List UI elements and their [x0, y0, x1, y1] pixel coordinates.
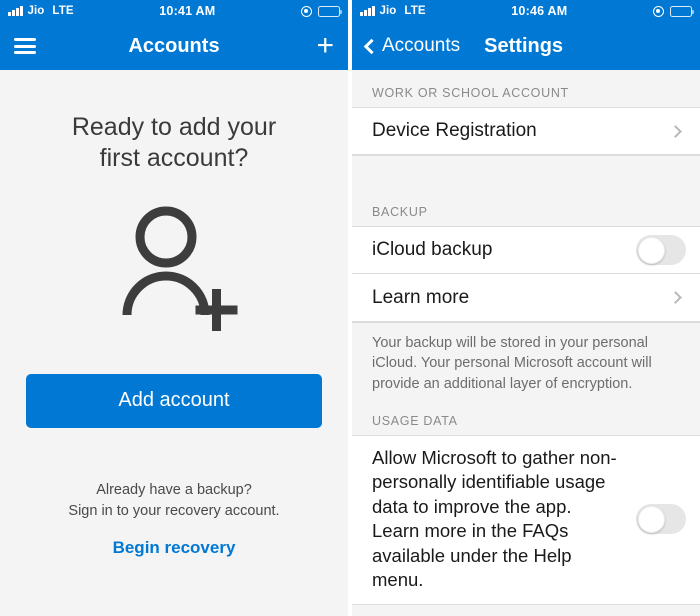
signal-strength-icon [8, 6, 23, 16]
clock-label: 10:41 AM [159, 4, 216, 18]
backup-footnote: Your backup will be stored in your perso… [352, 322, 700, 406]
clock-label: 10:46 AM [511, 4, 568, 18]
page-title: Accounts [128, 34, 220, 57]
backup-note-line-2: Sign in to your recovery account. [68, 502, 280, 519]
person-add-icon [108, 199, 240, 336]
plus-icon[interactable]: + [316, 31, 334, 61]
page-title: Settings [484, 34, 564, 57]
usage-data-toggle[interactable] [636, 504, 686, 535]
battery-icon [318, 5, 342, 17]
carrier-label: Jio [27, 5, 45, 17]
settings-row-device-registration[interactable]: Device Registration [352, 107, 700, 155]
settings-row-usage-data[interactable]: Allow Microsoft to gather non-personally… [352, 434, 700, 605]
dual-screen-container: Jio LTE 10:41 AM Accounts + Ready to add… [0, 0, 700, 616]
location-arrow-icon [653, 5, 664, 17]
section-spacer [352, 155, 700, 189]
status-bar-right-group [301, 5, 342, 17]
network-type-label: LTE [52, 5, 74, 17]
back-button-label: Accounts [382, 35, 461, 56]
carrier-label: Jio [379, 5, 397, 17]
headline-line-2: first account? [99, 144, 249, 173]
add-account-button[interactable]: Add account [26, 373, 322, 428]
settings-screen: Jio LTE 10:46 AM Accounts Settings WORK … [352, 0, 700, 616]
status-bar-left-group: Jio LTE [360, 5, 426, 17]
accounts-empty-state: Ready to add your first account? Add acc… [0, 70, 348, 616]
settings-row-label: Device Registration [372, 120, 537, 141]
chevron-left-icon [363, 38, 380, 54]
section-header-usage-data: USAGE DATA [352, 405, 700, 435]
backup-note-line-1: Already have a backup? [96, 481, 252, 498]
settings-row-label: Allow Microsoft to gather non-personally… [372, 446, 617, 590]
status-bar-left: Jio LTE 10:41 AM [0, 0, 348, 22]
location-arrow-icon [301, 5, 312, 17]
section-spacer-bottom [352, 604, 700, 616]
begin-recovery-link[interactable]: Begin recovery [113, 538, 236, 558]
status-bar-left-group: Jio LTE [8, 5, 74, 17]
hamburger-menu-icon[interactable] [14, 38, 36, 54]
status-bar-right: Jio LTE 10:46 AM [352, 0, 700, 22]
settings-row-icloud-backup[interactable]: iCloud backup [352, 226, 700, 274]
signal-strength-icon [360, 6, 375, 16]
toggle-knob [637, 505, 665, 533]
section-header-work-or-school: WORK OR SCHOOL ACCOUNT [352, 70, 700, 107]
settings-row-label: iCloud backup [372, 239, 493, 260]
back-button[interactable]: Accounts [363, 35, 461, 57]
headline-line-1: Ready to add your [71, 113, 277, 141]
status-bar-right-group [653, 5, 694, 17]
navigation-bar-settings: Accounts Settings [352, 22, 700, 70]
icloud-backup-toggle[interactable] [636, 235, 686, 265]
settings-row-learn-more[interactable]: Learn more [352, 274, 700, 322]
backup-note: Already have a backup? Sign in to your r… [68, 480, 279, 522]
navigation-bar-accounts: Accounts + [0, 22, 348, 70]
settings-row-label: Learn more [372, 286, 470, 308]
network-type-label: LTE [404, 5, 426, 17]
accounts-screen: Jio LTE 10:41 AM Accounts + Ready to add… [0, 0, 348, 616]
empty-state-headline: Ready to add your first account? [72, 112, 276, 175]
settings-list: WORK OR SCHOOL ACCOUNT Device Registrati… [352, 70, 700, 616]
toggle-knob [637, 236, 665, 264]
battery-icon [670, 5, 694, 17]
section-header-backup: BACKUP [352, 189, 700, 226]
chevron-right-icon [669, 291, 682, 304]
chevron-right-icon [669, 124, 682, 138]
